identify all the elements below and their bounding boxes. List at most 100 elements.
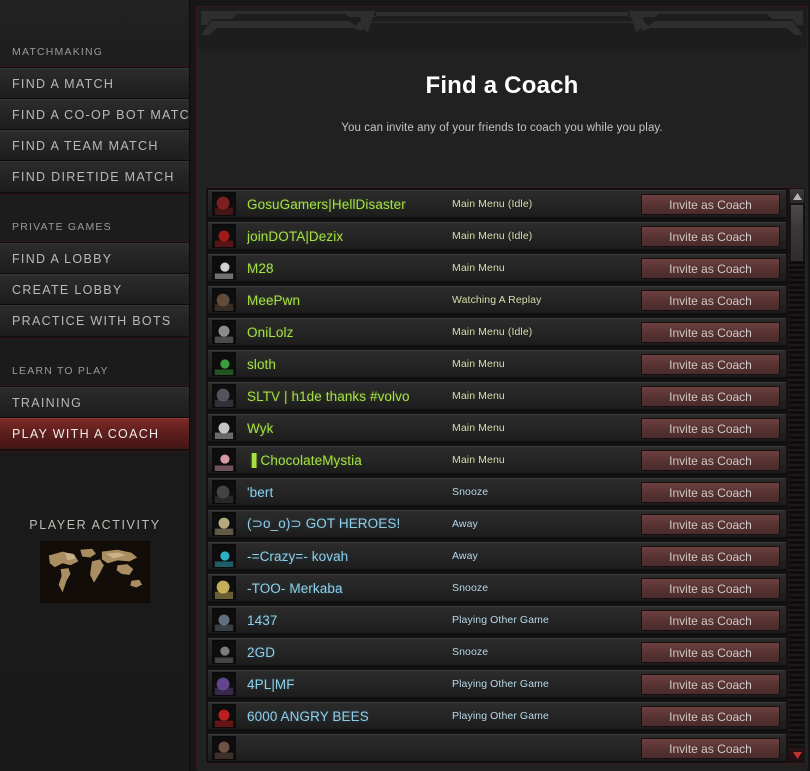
sidebar-sections: MATCHMAKING FIND A MATCH FIND A CO-OP BOT …	[0, 42, 190, 452]
avatar	[212, 672, 236, 696]
sidebar-item-find-a-co-op-bot-match[interactable]: FIND A CO-OP BOT MATCH	[0, 99, 190, 130]
friend-status: Playing Other Game	[452, 614, 549, 626]
dota-main-menu: MATCHMAKING FIND A MATCH FIND A CO-OP BOT …	[0, 0, 810, 771]
friend-name: SLTV | h1de thanks #volvo	[247, 388, 410, 404]
friend-name: MeePwn	[247, 292, 301, 308]
friend-row[interactable]: 1437 Playing Other Game Invite as Coach	[208, 606, 786, 634]
avatar	[212, 224, 236, 248]
friend-status: Away	[452, 518, 478, 530]
friend-status: Main Menu (Idle)	[452, 198, 533, 210]
friend-name: ▐ ChocolateMystia	[247, 452, 362, 468]
avatar	[212, 704, 236, 728]
friend-name: joinDOTA|Dezix	[247, 228, 344, 244]
invite-as-coach-button[interactable]: Invite as Coach	[641, 321, 780, 343]
avatar	[212, 352, 236, 376]
avatar	[212, 544, 236, 568]
invite-as-coach-button[interactable]: Invite as Coach	[641, 385, 780, 407]
friend-name: 2GD	[247, 644, 276, 660]
friend-row[interactable]: GosuGamers|HellDisaster Main Menu (Idle) I…	[208, 190, 786, 218]
player-activity-title: PLAYER ACTIVITY	[29, 518, 161, 532]
friend-name: -TOO- Merkaba	[247, 580, 343, 596]
sidebar-item-find-a-team-match[interactable]: FIND A TEAM MATCH	[0, 130, 190, 161]
avatar	[212, 288, 236, 312]
invite-as-coach-button[interactable]: Invite as Coach	[641, 225, 780, 247]
friend-row[interactable]: -=Crazy=- kovah Away Invite as Coach	[208, 542, 786, 570]
friend-status: Watching A Replay	[452, 294, 542, 306]
friend-list-frame: GosuGamers|HellDisaster Main Menu (Idle) I…	[205, 187, 806, 764]
friend-name: 6000 ANGRY BEES	[247, 708, 369, 724]
invite-as-coach-button[interactable]: Invite as Coach	[641, 609, 780, 631]
friend-name: -=Crazy=- kovah	[247, 548, 349, 564]
invite-as-coach-button[interactable]: Invite as Coach	[641, 673, 780, 695]
friend-row[interactable]: (⊃o_o)⊃ GOT HEROES! Away Invite as Coach	[208, 510, 786, 538]
panel-inner: Find a Coach You can invite any of your …	[197, 7, 807, 771]
invite-as-coach-button[interactable]: Invite as Coach	[641, 577, 780, 599]
friend-name: sloth	[247, 356, 277, 372]
avatar	[212, 192, 236, 216]
friend-status: Main Menu	[452, 390, 505, 402]
avatar	[212, 448, 236, 472]
page-title: Find a Coach	[425, 72, 579, 99]
invite-as-coach-button[interactable]: Invite as Coach	[641, 289, 780, 311]
sidebar-item-training[interactable]: TRAINING	[0, 387, 190, 418]
sidebar-section-label: LEARN TO PLAY	[12, 365, 109, 377]
friend-status: Away	[452, 550, 478, 562]
friend-status: Main Menu	[452, 454, 505, 466]
sidebar-item-create-lobby[interactable]: CREATE LOBBY	[0, 274, 190, 305]
page-subtitle: You can invite any of your friends to co…	[341, 122, 663, 134]
friend-row[interactable]: M28 Main Menu Invite as Coach	[208, 254, 786, 282]
avatar	[212, 576, 236, 600]
sidebar-item-find-diretide-match[interactable]: FIND DIRETIDE MATCH	[0, 161, 190, 192]
invite-as-coach-button[interactable]: Invite as Coach	[641, 417, 780, 439]
scrollbar-track[interactable]	[789, 204, 805, 747]
sidebar-group: FIND A MATCH FIND A CO-OP BOT MATCH FIND A…	[0, 66, 190, 195]
invite-as-coach-button[interactable]: Invite as Coach	[641, 545, 780, 567]
sidebar-item-play-with-a-coach[interactable]: PLAY WITH A COACH	[0, 418, 190, 449]
friend-row-partial[interactable]: Invite as Coach	[208, 734, 786, 762]
friend-status: Main Menu (Idle)	[452, 230, 533, 242]
invite-as-coach-button[interactable]: Invite as Coach	[641, 513, 780, 535]
friend-name: Wyk	[247, 420, 274, 436]
avatar	[212, 320, 236, 344]
invite-as-coach-button[interactable]: Invite as Coach	[641, 449, 780, 471]
sidebar-item-practice-with-bots[interactable]: PRACTICE WITH BOTS	[0, 305, 190, 336]
invite-as-coach-button[interactable]: Invite as Coach	[641, 641, 780, 663]
friend-row[interactable]: -TOO- Merkaba Snooze Invite as Coach	[208, 574, 786, 602]
friend-row[interactable]: joinDOTA|Dezix Main Menu (Idle) Invite as …	[208, 222, 786, 250]
invite-as-coach-button[interactable]: Invite as Coach	[641, 257, 780, 279]
friend-status: Main Menu	[452, 422, 505, 434]
friend-status: Main Menu	[452, 358, 505, 370]
avatar	[212, 384, 236, 408]
scrollbar-thumb[interactable]	[790, 204, 804, 262]
sidebar-item-find-a-lobby[interactable]: FIND A LOBBY	[0, 243, 190, 274]
friend-row[interactable]: 'bert Snooze Invite as Coach	[208, 478, 786, 506]
invite-as-coach-button[interactable]: Invite as Coach	[641, 353, 780, 375]
friend-row[interactable]: Wyk Main Menu Invite as Coach	[208, 414, 786, 442]
invite-as-coach-button[interactable]: Invite as Coach	[641, 705, 780, 727]
invite-as-coach-button[interactable]: Invite as Coach	[641, 193, 780, 215]
friend-row[interactable]: ▐ ChocolateMystia Main Menu Invite as Coac…	[208, 446, 786, 474]
friend-row[interactable]: MeePwn Watching A Replay Invite as Coach	[208, 286, 786, 314]
friend-row[interactable]: SLTV | h1de thanks #volvo Main Menu Invite…	[208, 382, 786, 410]
friend-row[interactable]: sloth Main Menu Invite as Coach	[208, 350, 786, 378]
page-header: Find a Coach You can invite any of your …	[197, 7, 807, 183]
friend-name: M28	[247, 260, 274, 276]
scroll-up-button[interactable]	[789, 188, 805, 204]
friend-row[interactable]: 2GD Snooze Invite as Coach	[208, 638, 786, 666]
sidebar-section-label: PRIVATE GAMES	[12, 221, 112, 233]
avatar	[212, 416, 236, 440]
friend-status: Main Menu	[452, 262, 505, 274]
friend-status: Snooze	[452, 582, 489, 594]
friend-row[interactable]: 4PL|MF Playing Other Game Invite as Coach	[208, 670, 786, 698]
sidebar-group: FIND A LOBBY CREATE LOBBY PRACTICE WITH BO…	[0, 241, 190, 339]
sidebar-item-find-a-match[interactable]: FIND A MATCH	[0, 68, 190, 99]
friend-row[interactable]: 6000 ANGRY BEES Playing Other Game Invite …	[208, 702, 786, 730]
friend-name: GosuGamers|HellDisaster	[247, 196, 406, 212]
scroll-down-button[interactable]	[789, 747, 805, 763]
friend-row[interactable]: OniLolz Main Menu (Idle) Invite as Coach	[208, 318, 786, 346]
friend-list-scrollbar[interactable]	[788, 188, 805, 763]
invite-as-coach-button[interactable]: Invite as Coach	[641, 737, 780, 759]
avatar	[212, 480, 236, 504]
friend-status: Playing Other Game	[452, 710, 549, 722]
invite-as-coach-button[interactable]: Invite as Coach	[641, 481, 780, 503]
